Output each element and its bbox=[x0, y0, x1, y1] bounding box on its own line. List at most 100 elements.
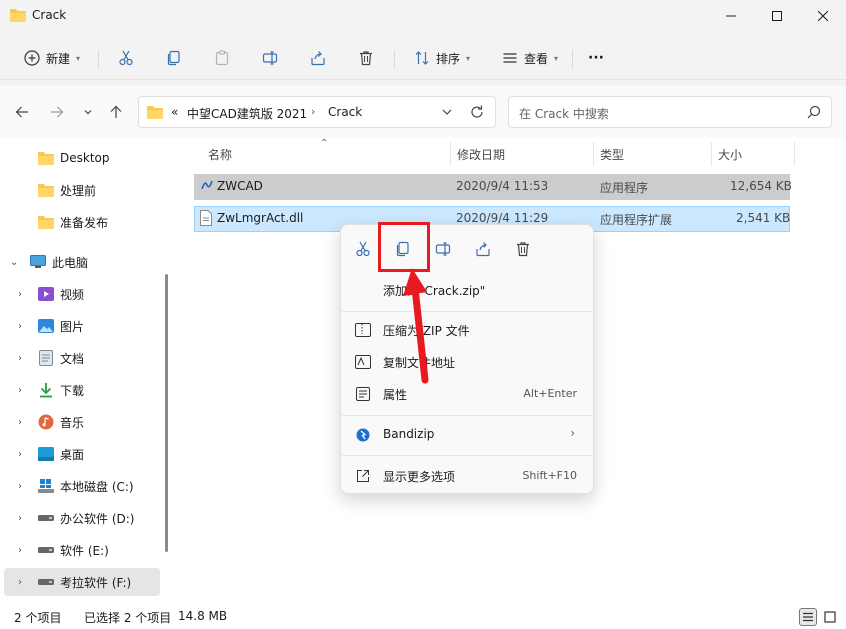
chevron-right-icon: › bbox=[570, 426, 575, 440]
ctx-item-label: 属性 bbox=[383, 388, 408, 402]
trash-icon bbox=[360, 51, 372, 66]
sidebar-item-label: 下载 bbox=[60, 383, 85, 398]
document-icon bbox=[38, 350, 54, 366]
back-button[interactable] bbox=[10, 100, 34, 124]
sidebar-item-label: 桌面 bbox=[60, 447, 85, 462]
sort-button[interactable]: 排序 ▾ bbox=[404, 42, 480, 74]
up-button[interactable] bbox=[104, 100, 128, 124]
sidebar-item-videos[interactable]: › 视频 bbox=[0, 280, 160, 308]
plus-circle-icon bbox=[24, 50, 40, 66]
chevron-down-icon[interactable]: ⌄ bbox=[10, 257, 18, 268]
selection-count: 已选择 2 个项目 bbox=[84, 611, 172, 625]
chevron-right-icon[interactable]: › bbox=[18, 353, 22, 364]
sidebar-item-desktop[interactable]: Desktop bbox=[0, 144, 160, 172]
drive-icon bbox=[38, 574, 54, 590]
new-button[interactable]: 新建 ▾ bbox=[16, 42, 88, 74]
column-divider[interactable] bbox=[450, 142, 451, 166]
item-count: 2 个项目 bbox=[14, 611, 62, 625]
delete-button[interactable] bbox=[350, 42, 382, 74]
sidebar-item-before-processing[interactable]: 处理前 bbox=[0, 176, 160, 204]
share-button[interactable] bbox=[302, 42, 334, 74]
scissors-icon bbox=[119, 50, 133, 66]
ctx-compress-zip[interactable]: 压缩为 ZIP 文件 bbox=[345, 315, 591, 345]
rename-button[interactable] bbox=[254, 42, 286, 74]
ctx-properties[interactable]: 属性 Alt+Enter bbox=[345, 379, 591, 409]
monitor-icon bbox=[30, 254, 46, 270]
menu-divider bbox=[342, 455, 594, 456]
folder-icon bbox=[38, 150, 54, 166]
sidebar-item-pictures[interactable]: › 图片 bbox=[0, 312, 160, 340]
address-bar[interactable]: « 中望CAD建筑版 2021 › Crack bbox=[138, 96, 496, 128]
column-header-size[interactable]: 大小 bbox=[718, 146, 742, 163]
chevron-right-icon[interactable]: › bbox=[18, 289, 22, 300]
paste-button[interactable] bbox=[206, 42, 238, 74]
sidebar-item-drive-c[interactable]: › 本地磁盘 (C:) bbox=[0, 472, 160, 500]
window-title: Crack bbox=[32, 8, 67, 22]
column-header-modified[interactable]: 修改日期 bbox=[457, 146, 505, 163]
ctx-more-options[interactable]: 显示更多选项 Shift+F10 bbox=[345, 461, 591, 491]
sidebar-item-drive-e[interactable]: › 软件 (E:) bbox=[0, 536, 160, 564]
ctx-cut-button[interactable] bbox=[351, 237, 375, 261]
chevron-right-icon[interactable]: › bbox=[18, 481, 22, 492]
column-header-type[interactable]: 类型 bbox=[600, 146, 624, 163]
chevron-right-icon[interactable]: › bbox=[311, 105, 315, 118]
open-external-icon bbox=[355, 468, 371, 484]
minimize-button[interactable] bbox=[708, 0, 754, 32]
tiles-view-button[interactable] bbox=[821, 608, 839, 626]
desktop-icon bbox=[38, 446, 54, 462]
breadcrumb-segment[interactable]: 中望CAD建筑版 2021 bbox=[187, 105, 307, 122]
recent-locations-button[interactable] bbox=[76, 100, 100, 124]
sidebar-item-music[interactable]: › 音乐 bbox=[0, 408, 160, 436]
column-divider[interactable] bbox=[794, 142, 795, 166]
ctx-bandizip[interactable]: Bandizip › bbox=[345, 420, 591, 450]
ctx-shortcut: Shift+F10 bbox=[522, 469, 577, 482]
sidebar-item-documents[interactable]: › 文档 bbox=[0, 344, 160, 372]
column-header-name[interactable]: 名称 bbox=[208, 146, 232, 163]
sidebar-item-drive-f[interactable]: › 考拉软件 (F:) bbox=[4, 568, 160, 596]
chevron-right-icon[interactable]: › bbox=[18, 321, 22, 332]
sidebar-scrollbar[interactable] bbox=[165, 274, 168, 552]
chevron-down-icon: ▾ bbox=[466, 53, 471, 63]
drive-icon bbox=[38, 542, 54, 558]
sidebar-item-downloads[interactable]: › 下载 bbox=[0, 376, 160, 404]
table-row[interactable]: ZWCAD 2020/9/4 11:53 应用程序 12,654 KB bbox=[194, 174, 792, 200]
chevron-right-icon[interactable]: › bbox=[18, 545, 22, 556]
close-button[interactable] bbox=[800, 0, 846, 32]
chevron-right-icon[interactable]: › bbox=[18, 577, 22, 588]
chevron-right-icon[interactable]: › bbox=[18, 449, 22, 460]
ctx-share-button[interactable] bbox=[471, 237, 495, 261]
folder-icon bbox=[10, 9, 26, 22]
ctx-delete-button[interactable] bbox=[511, 237, 535, 261]
music-icon bbox=[38, 414, 54, 430]
column-divider[interactable] bbox=[593, 142, 594, 166]
chevron-right-icon[interactable]: › bbox=[18, 513, 22, 524]
sidebar-item-drive-d[interactable]: › 办公软件 (D:) bbox=[0, 504, 160, 532]
more-options-button[interactable]: ··· bbox=[580, 42, 612, 74]
maximize-button[interactable] bbox=[754, 0, 800, 32]
download-icon bbox=[38, 382, 54, 398]
chevron-right-icon[interactable]: › bbox=[18, 385, 22, 396]
ctx-copy-path[interactable]: 复制文件地址 bbox=[345, 347, 591, 377]
column-divider[interactable] bbox=[711, 142, 712, 166]
arrow-up-icon bbox=[110, 105, 122, 118]
ctx-rename-button[interactable] bbox=[431, 237, 455, 261]
details-view-button[interactable] bbox=[799, 608, 817, 626]
sidebar-item-desktop-cn[interactable]: › 桌面 bbox=[0, 440, 160, 468]
ctx-add-to-zip[interactable]: 添加到"Crack.zip" bbox=[345, 275, 591, 305]
sidebar-item-ready-to-publish[interactable]: 准备发布 bbox=[0, 208, 160, 236]
breadcrumb-overflow[interactable]: « bbox=[171, 105, 178, 119]
ctx-item-label: 显示更多选项 bbox=[383, 470, 456, 484]
sidebar-item-this-pc[interactable]: ⌄ 此电脑 bbox=[0, 248, 160, 276]
breadcrumb-segment[interactable]: Crack bbox=[328, 105, 362, 119]
view-button[interactable]: 查看 ▾ bbox=[492, 42, 568, 74]
chevron-down-icon[interactable] bbox=[441, 105, 453, 119]
forward-button[interactable] bbox=[45, 100, 69, 124]
status-bar: 2 个项目 已选择 2 个项目 14.8 MB bbox=[0, 602, 846, 629]
cut-button[interactable] bbox=[110, 42, 142, 74]
search-box[interactable]: 在 Crack 中搜索 bbox=[508, 96, 832, 128]
folder-icon bbox=[147, 106, 163, 119]
chevron-right-icon[interactable]: › bbox=[18, 417, 22, 428]
copy-button[interactable] bbox=[158, 42, 190, 74]
sidebar-item-label: 办公软件 (D:) bbox=[60, 511, 135, 526]
refresh-icon[interactable] bbox=[469, 104, 485, 120]
